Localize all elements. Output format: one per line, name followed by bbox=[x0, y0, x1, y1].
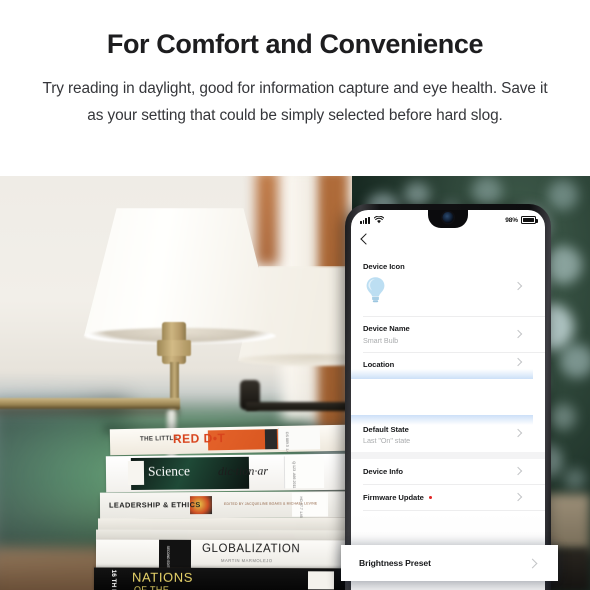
settings-row-value: Smart Bulb bbox=[363, 335, 399, 345]
settings-row-default-state[interactable]: Default State Last "On" state bbox=[351, 414, 545, 452]
back-chevron-icon[interactable] bbox=[360, 233, 372, 245]
book-title: Science bbox=[147, 463, 191, 479]
brightness-preset-label: Brightness Preset bbox=[359, 558, 431, 568]
phone-screen: 98% Device Icon Device Name Smart Bulb L… bbox=[351, 210, 545, 590]
bokeh-dot bbox=[560, 344, 590, 378]
light-bulb-icon bbox=[365, 276, 533, 308]
bokeh-dot bbox=[472, 176, 502, 206]
book-cover-band bbox=[158, 539, 192, 568]
wifi-icon bbox=[373, 215, 384, 224]
settings-row-device-name[interactable]: Device Name Smart Bulb bbox=[351, 317, 545, 352]
bokeh-dot bbox=[550, 404, 576, 430]
book-spine-label bbox=[283, 455, 325, 489]
battery-icon bbox=[521, 216, 538, 224]
book-spine: THE LITTLE RED D•T DS 889.5 .L4 2005 bbox=[109, 424, 349, 462]
bokeh-dot bbox=[548, 180, 578, 210]
page-title: For Comfort and Convenience bbox=[106, 29, 484, 59]
book-spine: 16 TH EDITION NATIONS OF THE bbox=[93, 567, 353, 590]
settings-row-label: Default State bbox=[363, 424, 409, 434]
book-spine-sticker bbox=[127, 460, 145, 486]
settings-row-firmware-update[interactable]: Firmware Update bbox=[351, 485, 545, 510]
settings-row-label: Location bbox=[363, 359, 395, 369]
settings-row-label: Device Name bbox=[363, 324, 410, 333]
book-spine-label bbox=[307, 571, 335, 590]
book-spine: Science dic·tion·ar Q 123 .A66 2011 bbox=[105, 453, 351, 493]
lamp-fitting-cap bbox=[157, 340, 191, 356]
book-call-number: Q 123 .A66 2011 bbox=[291, 461, 297, 489]
book-title: GLOBALIZATION bbox=[201, 542, 301, 556]
lampshade bbox=[84, 208, 276, 336]
settings-list: Device Icon Device Name Smart Bulb Locat… bbox=[351, 256, 545, 590]
book-spine: SECOND EDITION GLOBALIZATION MARTIN MARM… bbox=[95, 539, 353, 573]
background-pillar-upper bbox=[256, 176, 278, 265]
hero-photo: THE LITTLE RED D•T DS 889.5 .L4 2005 Sci… bbox=[0, 176, 590, 590]
section-separator bbox=[351, 452, 545, 459]
book-title: NATIONS bbox=[131, 569, 194, 585]
marketing-copy-block: For Comfort and Convenience Try reading … bbox=[0, 0, 590, 176]
settings-row-device-icon[interactable]: Device Icon bbox=[351, 256, 545, 316]
status-bar: 98% bbox=[351, 210, 545, 230]
smartphone-mockup: 98% Device Icon Device Name Smart Bulb L… bbox=[345, 204, 551, 590]
phone-nav-bar bbox=[351, 230, 545, 254]
bokeh-dot bbox=[564, 468, 586, 490]
update-badge-dot bbox=[428, 495, 433, 500]
settings-row-value: Last "On" state bbox=[363, 436, 411, 445]
settings-row-label-text: Firmware Update bbox=[363, 493, 424, 502]
lamp-arm-shadow bbox=[0, 408, 180, 421]
settings-row-device-info[interactable]: Device Info bbox=[351, 459, 545, 484]
page-root: For Comfort and Convenience Try reading … bbox=[0, 0, 590, 590]
settings-row-location[interactable]: Location bbox=[351, 352, 545, 379]
book-author: MARTIN MARMOLEJO bbox=[220, 557, 273, 564]
battery-percent-label: 98% bbox=[505, 216, 518, 224]
floating-card-spacer bbox=[351, 378, 545, 415]
book-subtitle: dic·tion·ar bbox=[217, 463, 269, 479]
cellular-signal-icon bbox=[360, 216, 370, 224]
chevron-right-icon bbox=[527, 558, 538, 568]
book-title: LEADERSHIP & ETHICS bbox=[108, 500, 201, 510]
book-spine: LEADERSHIP & ETHICS EDITED BY JACQUELINE… bbox=[99, 491, 351, 527]
book-cover-band bbox=[264, 429, 278, 450]
selection-glow-top bbox=[351, 368, 533, 379]
page-subcopy: Try reading in daylight, good for inform… bbox=[42, 80, 548, 124]
settings-row-label: Device Info bbox=[363, 467, 403, 476]
book-edition: 16 TH EDITION bbox=[110, 570, 117, 590]
book-title: RED D•T bbox=[172, 430, 226, 446]
brightness-preset-card[interactable]: Brightness Preset bbox=[341, 545, 558, 581]
book-subtitle: OF THE bbox=[133, 584, 170, 590]
settings-row-label: Firmware Update bbox=[363, 493, 533, 502]
settings-row-label: Device Icon bbox=[363, 262, 405, 271]
book-editors: EDITED BY JACQUELINE BOAKS & MICHAEL LEV… bbox=[223, 501, 318, 507]
